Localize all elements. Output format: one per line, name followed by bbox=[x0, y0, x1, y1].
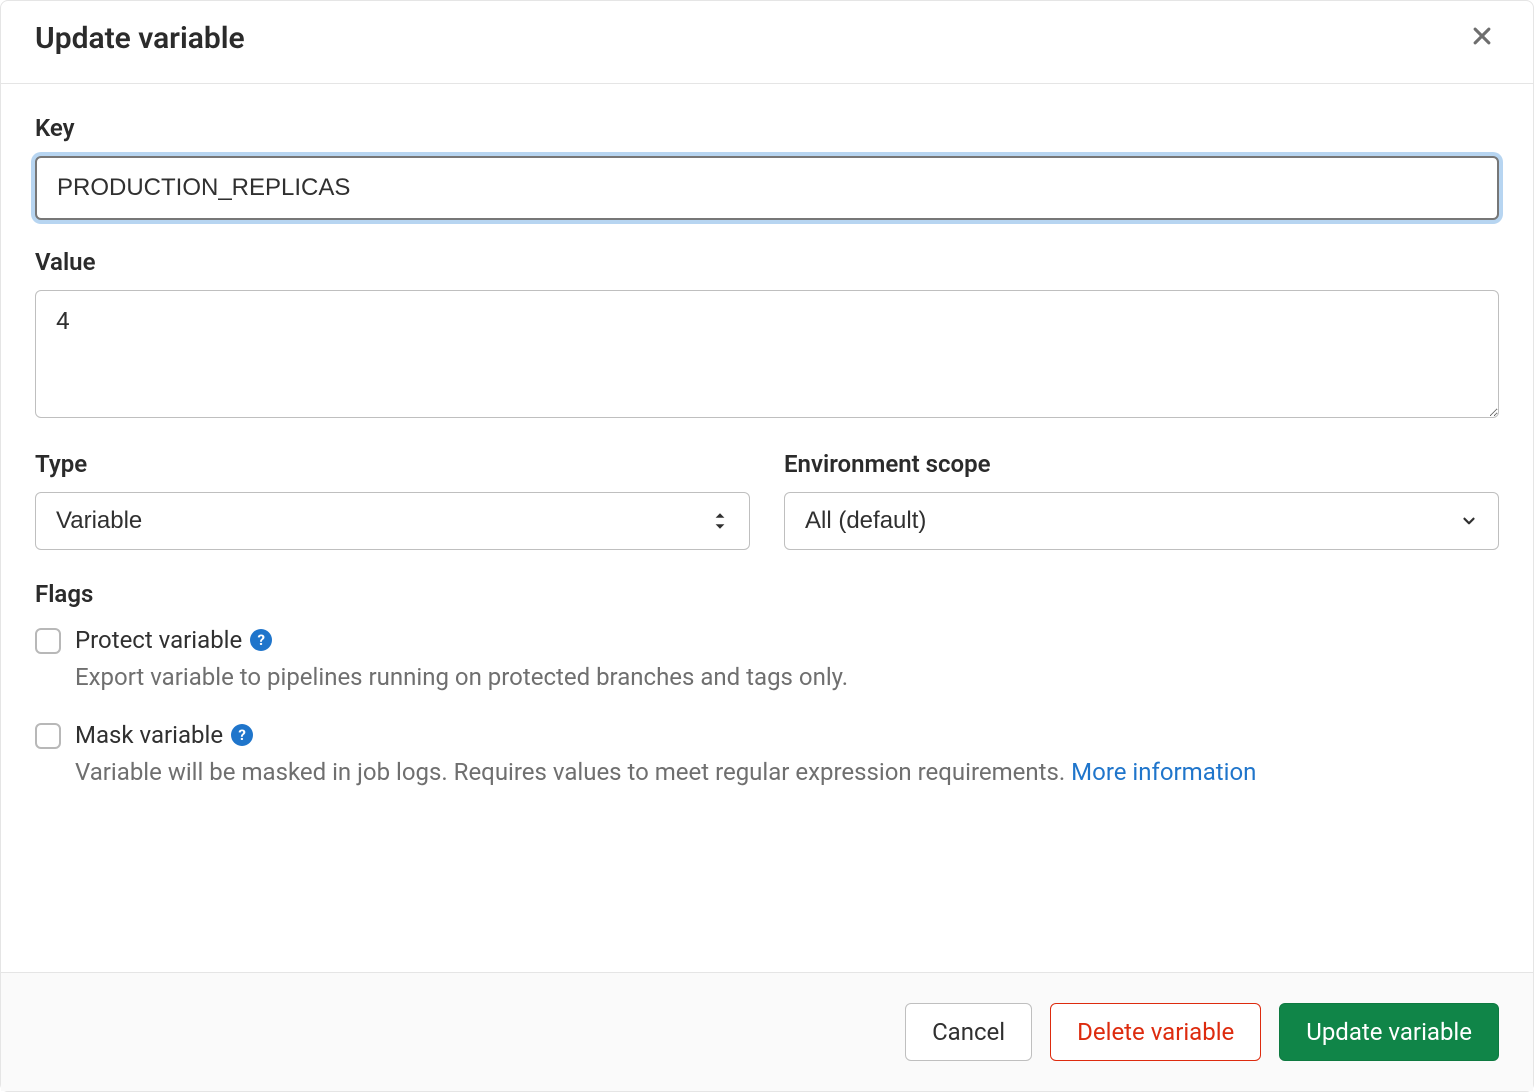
more-information-link[interactable]: More information bbox=[1071, 758, 1256, 786]
protect-title: Protect variable bbox=[75, 626, 242, 654]
protect-flag-row: Protect variable ? Export variable to pi… bbox=[35, 626, 1499, 695]
flags-label: Flags bbox=[35, 580, 1499, 608]
cancel-button[interactable]: Cancel bbox=[905, 1003, 1032, 1061]
modal-title: Update variable bbox=[35, 21, 245, 56]
chevron-down-icon bbox=[1460, 512, 1478, 530]
protect-checkbox[interactable] bbox=[35, 628, 61, 654]
update-variable-modal: Update variable Key Value 4 Type Variabl… bbox=[1, 1, 1533, 1091]
mask-flag-row: Mask variable ? Variable will be masked … bbox=[35, 721, 1499, 790]
mask-text: Mask variable ? Variable will be masked … bbox=[75, 721, 1499, 790]
modal-footer: Cancel Delete variable Update variable bbox=[1, 972, 1533, 1091]
env-scope-select[interactable]: All (default) bbox=[784, 492, 1499, 550]
type-col: Type Variable bbox=[35, 450, 750, 550]
help-icon[interactable]: ? bbox=[231, 724, 253, 746]
delete-variable-button[interactable]: Delete variable bbox=[1050, 1003, 1261, 1061]
value-label: Value bbox=[35, 248, 1499, 276]
type-label: Type bbox=[35, 450, 750, 478]
mask-description: Variable will be masked in job logs. Req… bbox=[75, 755, 1499, 790]
value-textarea[interactable]: 4 bbox=[35, 290, 1499, 418]
key-field-wrap bbox=[35, 156, 1499, 220]
mask-title: Mask variable bbox=[75, 721, 223, 749]
close-icon bbox=[1471, 25, 1493, 47]
key-label: Key bbox=[35, 114, 1499, 142]
update-variable-button[interactable]: Update variable bbox=[1279, 1003, 1499, 1061]
chevron-up-down-icon bbox=[711, 510, 729, 532]
modal-body: Key Value 4 Type Variable bbox=[1, 84, 1533, 972]
env-scope-select-value: All (default) bbox=[805, 507, 926, 535]
flags-section: Flags Protect variable ? Export variable… bbox=[35, 580, 1499, 790]
close-button[interactable] bbox=[1465, 19, 1499, 57]
type-select[interactable]: Variable bbox=[35, 492, 750, 550]
env-scope-col: Environment scope All (default) bbox=[784, 450, 1499, 550]
mask-description-text: Variable will be masked in job logs. Req… bbox=[75, 758, 1071, 786]
env-scope-label: Environment scope bbox=[784, 450, 1499, 478]
help-icon[interactable]: ? bbox=[250, 629, 272, 651]
protect-description: Export variable to pipelines running on … bbox=[75, 660, 1499, 695]
mask-checkbox[interactable] bbox=[35, 723, 61, 749]
key-input[interactable] bbox=[35, 156, 1499, 220]
modal-header: Update variable bbox=[1, 1, 1533, 84]
type-select-value: Variable bbox=[56, 507, 142, 535]
type-env-row: Type Variable Environment scope All (d bbox=[35, 450, 1499, 550]
protect-text: Protect variable ? Export variable to pi… bbox=[75, 626, 1499, 695]
